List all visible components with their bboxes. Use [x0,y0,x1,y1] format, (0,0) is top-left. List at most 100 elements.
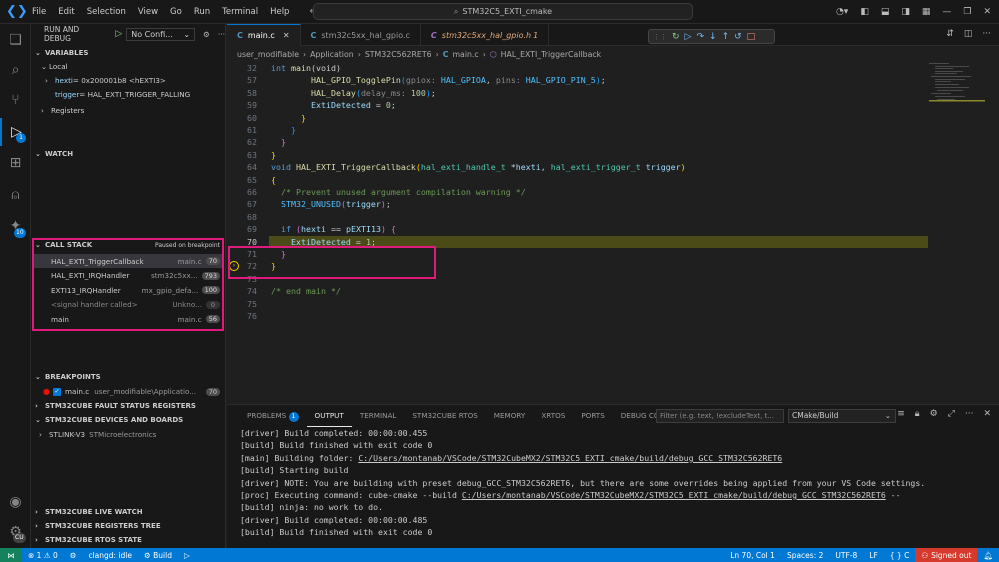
minimize-icon[interactable]: — [942,7,951,17]
source-control-icon[interactable]: ⑂ [0,86,31,114]
maximize-panel-icon[interactable]: ⤢ [948,409,955,419]
build-button[interactable]: ⚙ Build [138,551,178,560]
code-line[interactable]: 59 ExtiDetected = 0; [227,99,999,111]
command-center-search[interactable]: ⌕ STM32C5_EXTI_cmake [313,3,693,20]
tab-hal-gpio-h[interactable]: Cstm32c5xx_hal_gpio.h 1 [421,24,550,46]
indentation[interactable]: Spaces: 2 [781,551,829,560]
tab-memory[interactable]: MEMORY [486,405,534,427]
local-scope[interactable]: ⌄ Local [31,60,226,73]
close-icon[interactable]: ✕ [983,409,991,419]
line-number[interactable]: 74 [227,285,257,297]
settings-icon[interactable]: ⚙ [930,409,938,419]
code-line[interactable]: 68 [227,211,999,223]
fault-section-header[interactable]: › STM32CUBE FAULT STATUS REGISTERS [31,399,226,413]
breakpoint-item[interactable]: ● ✓ main.c user_modifiable\Applicatio...… [31,385,226,398]
code-line[interactable]: 63} [227,149,999,161]
account-status[interactable]: ⚇ Signed out [915,548,978,562]
code-line[interactable]: 58 HAL_Delay(delay_ms: 100); [227,87,999,99]
line-number[interactable]: 67 [227,198,257,210]
gear-icon[interactable]: ⚙ [203,30,210,39]
tab-main-c[interactable]: Cmain.c ✕ [227,24,301,46]
copilot-icon[interactable]: ◔▾ [836,7,848,17]
extensions-icon[interactable]: ⊞ [0,149,31,177]
launch-config-select[interactable]: No Confi... ⌄ [126,27,196,41]
toggle-sidebar-icon[interactable]: ◧ [860,7,869,17]
line-number[interactable]: 66 [227,186,257,198]
breadcrumb-item[interactable]: STM32C562RET6 [365,50,432,59]
menu-selection[interactable]: Selection [81,0,132,24]
registers-scope[interactable]: › Registers [31,104,226,117]
step-out-icon[interactable]: ↑ [722,32,730,42]
line-number[interactable]: 61 [227,124,257,136]
device-item[interactable]: › STLINK-V3 STMicroelectronics [31,428,226,441]
layout-icon[interactable]: ▦ [922,7,931,17]
stack-frame[interactable]: HAL_EXTI_IRQHandler stm32c5xx... 793 [34,269,222,283]
code-line[interactable]: 76 [227,310,999,322]
line-number[interactable]: 63 [227,149,257,161]
cube-ai-icon[interactable]: ⍝ [0,181,31,209]
breadcrumb-item[interactable]: main.c [452,50,478,59]
tab-ports[interactable]: PORTS [573,405,612,427]
menu-run[interactable]: Run [188,0,216,24]
stack-frame[interactable]: HAL_EXTI_TriggerCallback main.c 70 [34,254,222,268]
menu-terminal[interactable]: Terminal [216,0,264,24]
variable-trigger[interactable]: trigger = HAL_EXTI_TRIGGER_FALLING [31,88,226,101]
variable-hexti[interactable]: › hexti = 0x200001b8 <hEXTI3> [31,74,226,87]
tab-stm32cube-rtos[interactable]: STM32CUBE RTOS [404,405,485,427]
breakpoints-section-header[interactable]: ⌄ BREAKPOINTS [31,370,226,384]
code-line[interactable]: 74 /* end main */ [227,285,999,297]
manage-gear-icon[interactable]: ⚙ CU [0,518,31,546]
encoding[interactable]: UTF-8 [829,551,863,560]
lock-icon[interactable]: 🔒︎ [915,409,920,419]
line-number[interactable]: 60 [227,112,257,124]
notifications-icon[interactable]: 🔔︎ [977,551,999,560]
step-over-icon[interactable]: ↷ [696,32,704,42]
restart-icon[interactable]: ↻ [672,32,680,42]
code-line[interactable]: 62 } [227,136,999,148]
path-link[interactable]: C:/Users/montanab/VSCode/STM32CubeMX2/ST… [358,453,782,463]
account-icon[interactable]: ◉ [0,488,31,516]
remote-icon[interactable]: ⋈ [0,548,22,562]
step-back-icon[interactable]: ↺ [734,32,742,42]
code-line[interactable]: 65 { [227,174,999,186]
toggle-secondary-sidebar-icon[interactable]: ◨ [901,7,910,17]
problems-status[interactable]: ⊗ 1 ⚠ 0 [22,551,64,560]
continue-icon[interactable]: ▷ [685,32,692,42]
explorer-icon[interactable]: ❏ [0,26,31,54]
run-debug-icon[interactable]: ▷ 1 [0,118,31,146]
cursor-position[interactable]: Ln 70, Col 1 [724,551,781,560]
line-number[interactable]: 75 [227,298,257,310]
stack-frame[interactable]: main main.c 56 [34,312,222,326]
code-line[interactable]: 75 [227,298,999,310]
breadcrumb-item[interactable]: HAL_EXTI_TriggerCallback [501,50,602,59]
debug-status-icon[interactable]: ⚙ [64,551,83,560]
breakpoint-checkbox[interactable]: ✓ [52,387,61,396]
close-icon[interactable]: ✕ [283,31,290,40]
open-changes-icon[interactable]: ⇵ [946,29,954,39]
clangd-status[interactable]: clangd: idle [82,551,138,560]
more-actions-icon[interactable]: ··· [218,30,225,39]
tab-terminal[interactable]: TERMINAL [352,405,405,427]
close-icon[interactable]: ✕ [983,7,991,17]
stop-icon[interactable]: □ [747,32,756,42]
path-link[interactable]: C:/Users/montanab/VSCode/STM32CubeMX2/ST… [462,490,886,500]
output-channel-select[interactable]: CMake/Build ⌄ [788,409,896,423]
line-number[interactable]: 57 [227,74,257,86]
start-debugging-icon[interactable]: ▷ [115,29,122,39]
code-line[interactable]: 57 HAL_GPIO_TogglePin(gpiox: HAL_GPIOA, … [227,74,999,86]
breadcrumb-item[interactable]: user_modifiable [237,50,299,59]
devices-section-header[interactable]: ⌄ STM32CUBE DEVICES AND BOARDS [31,413,226,427]
menu-view[interactable]: View [132,0,164,24]
menu-go[interactable]: Go [164,0,188,24]
code-line[interactable]: 66 /* Prevent unused argument compilatio… [227,186,999,198]
stack-frame[interactable]: EXTI13_IRQHandler mx_gpio_defa... 100 [34,283,222,297]
language-mode[interactable]: { } C [884,551,916,560]
code-line[interactable]: 67 STM32_UNUSED(trigger); [227,198,999,210]
variables-section-header[interactable]: ⌄ VARIABLES [31,46,226,60]
eol[interactable]: LF [863,551,884,560]
line-number[interactable]: 62 [227,136,257,148]
code-line[interactable]: 69 if (hexti == pEXTI13) { [227,223,999,235]
code-line[interactable]: 60 } [227,112,999,124]
toggle-panel-icon[interactable]: ⬓ [881,7,890,17]
step-into-icon[interactable]: ↓ [709,32,717,42]
